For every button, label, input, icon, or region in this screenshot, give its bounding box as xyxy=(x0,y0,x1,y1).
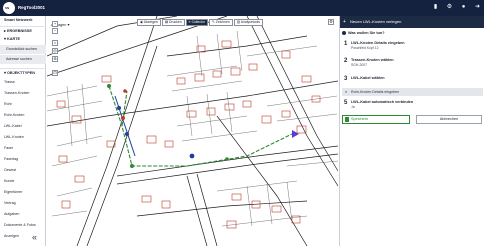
cable-endpoint-marker[interactable] xyxy=(292,130,299,138)
step-number: 1 xyxy=(344,41,348,47)
step-number: 2 xyxy=(344,58,348,64)
sidebar-group-map[interactable]: ▾ KARTE xyxy=(0,35,46,44)
tool-label: Zeichnen xyxy=(215,20,230,24)
zoom-in-button[interactable]: + xyxy=(52,21,58,27)
tool-label: Collector xyxy=(191,20,205,24)
step-value: Poschfeld Kopf 12 xyxy=(351,46,379,50)
step-3[interactable]: 3 LWL-Kabel wählen xyxy=(340,74,484,88)
sidebar-header: Smart Netzwerk xyxy=(4,18,33,22)
map-settings-button[interactable]: ⚙ xyxy=(328,19,334,25)
tool-label: Analysetools xyxy=(240,20,260,24)
save-icon xyxy=(345,117,349,122)
panel-title: Neuen LWL-Knoten verlegen xyxy=(350,19,402,24)
sidebar-item-trassen-knoten[interactable]: Trassen-Knoten xyxy=(0,89,46,98)
tool-print-button[interactable]: ▤ Drucken xyxy=(161,19,185,26)
app-logo[interactable]: SN xyxy=(3,2,15,14)
sidebar-item-rohr[interactable]: Rohr xyxy=(0,100,46,109)
save-button[interactable]: Speichern xyxy=(342,115,410,124)
double-chevron-left-icon[interactable]: « xyxy=(32,232,37,242)
step-value: SGH-2007 xyxy=(351,63,368,67)
tool-draw-button[interactable]: ✎ Zeichnen xyxy=(208,19,233,26)
measure-button[interactable]: ⊕ xyxy=(52,56,58,62)
sidebar-item-faser[interactable]: Faser xyxy=(0,144,46,153)
street-lines xyxy=(47,16,338,246)
sidebar-item-lwl-kabel[interactable]: LWL-Kabel xyxy=(0,122,46,131)
map-view[interactable]: Abfragen ▾ ◉ Abzeigen ▤ Drucken ≡ Collec… xyxy=(47,16,338,246)
panel-question-text: Was wollen Sie tun? xyxy=(348,31,385,35)
sidebar-group-results[interactable]: ▸ ERGEBNISSE xyxy=(0,26,46,35)
step-value: Ja xyxy=(351,105,355,109)
tool-analysis-button[interactable]: ▥ Analysetools xyxy=(233,19,263,26)
route-line[interactable] xyxy=(108,85,293,167)
map-canvas[interactable] xyxy=(47,16,338,246)
sidebar-group-label: OBJEKTTYPEN xyxy=(6,71,36,75)
tool-label: Drucken xyxy=(169,20,182,24)
map-toolbar: ◉ Abzeigen ▤ Drucken ≡ Collector ✎ Zeich… xyxy=(137,19,264,26)
step-title: LWL-Kabel wählen xyxy=(351,76,385,80)
sidebar-item-vertrag[interactable]: Vertrag xyxy=(0,199,46,208)
locate-button[interactable]: ◎ xyxy=(52,48,58,54)
app-title: RegTool2001 xyxy=(18,5,46,10)
cancel-button[interactable]: Abbrechen xyxy=(416,115,482,124)
question-icon xyxy=(342,31,346,35)
tool-show-button[interactable]: ◉ Abzeigen xyxy=(137,19,161,26)
step-title: LWL-Kabel automatisch verbinden xyxy=(351,100,414,104)
step-2[interactable]: 2 Trassen-Knoten wählen SGH-2007 xyxy=(340,56,484,70)
sidebar-item-parcel-search[interactable]: Grundstück suchen xyxy=(0,45,46,54)
user-icon[interactable]: ● xyxy=(460,4,467,11)
sidebar-group-label: KARTE xyxy=(6,37,21,41)
home-button[interactable]: ⌂ xyxy=(52,40,58,46)
sidebar-group-objects[interactable]: ▾ OBJEKTTYPEN xyxy=(0,68,46,77)
step-4[interactable]: ⌕ Rohr-Knoten Details eingeben xyxy=(342,88,483,96)
sidebar-item-fasertag[interactable]: Fasertag xyxy=(0,155,46,164)
logout-icon[interactable]: ➜ xyxy=(474,4,481,11)
sidebar-item-rohr-knoten[interactable]: Rohr-Knoten xyxy=(0,111,46,120)
step-title: Rohr-Knoten Details eingeben xyxy=(351,90,400,94)
step-5[interactable]: 5 LWL-Kabel automatisch verbinden Ja xyxy=(340,98,484,112)
search-icon: ⌕ xyxy=(345,89,348,94)
step-title: Trassen-Knoten wählen xyxy=(351,58,394,62)
sidebar: Smart Netzwerk ▸ ERGEBNISSE ▾ KARTE Grun… xyxy=(0,16,46,246)
save-label: Speichern xyxy=(351,117,369,121)
step-1[interactable]: 1 LWL-Knoten Details eingeben Poschfeld … xyxy=(340,39,484,53)
select-button[interactable]: ⊡ xyxy=(52,70,58,76)
panel-header: + Neuen LWL-Knoten verlegen xyxy=(340,16,484,28)
panel-question: Was wollen Sie tun? xyxy=(342,31,385,35)
book-icon[interactable]: ▮ xyxy=(432,4,439,11)
parcel-lines xyxy=(47,30,338,227)
tool-label: Abzeigen xyxy=(143,20,158,24)
sidebar-item-trasse[interactable]: Trasse xyxy=(0,78,46,87)
plus-icon: + xyxy=(343,19,346,25)
sidebar-item-gewest[interactable]: Gewest xyxy=(0,166,46,175)
workflow-panel: + Neuen LWL-Knoten verlegen Was wollen S… xyxy=(339,16,484,246)
cable-line[interactable] xyxy=(114,95,136,157)
step-number: 5 xyxy=(344,100,348,106)
sidebar-item-eigentuemer[interactable]: Eigentümer xyxy=(0,188,46,197)
logo-text: SN xyxy=(5,6,10,10)
tool-collector-button[interactable]: ≡ Collector xyxy=(185,19,208,26)
sidebar-item-dokumente[interactable]: Dokumente & Fotos xyxy=(0,221,46,230)
building-outlines xyxy=(56,40,321,229)
sidebar-item-lwl-knoten[interactable]: LWL-Knoten xyxy=(0,133,46,142)
step-number: 3 xyxy=(344,76,348,82)
sidebar-item-kunde[interactable]: Kunde xyxy=(0,177,46,186)
sidebar-item-address-search[interactable]: Adresse suchen xyxy=(0,55,46,64)
top-bar: SN RegTool2001 ▮ ⚙ ● ➜ xyxy=(0,0,484,16)
sidebar-group-label: ERGEBNISSE xyxy=(6,29,32,33)
sidebar-item-anzeigen[interactable]: Anzeigen xyxy=(0,232,46,241)
sidebar-item-aufgaben[interactable]: Aufgaben xyxy=(0,210,46,219)
zoom-out-button[interactable]: − xyxy=(52,28,58,34)
gear-icon[interactable]: ⚙ xyxy=(446,4,453,11)
step-title: LWL-Knoten Details eingeben xyxy=(351,41,405,45)
